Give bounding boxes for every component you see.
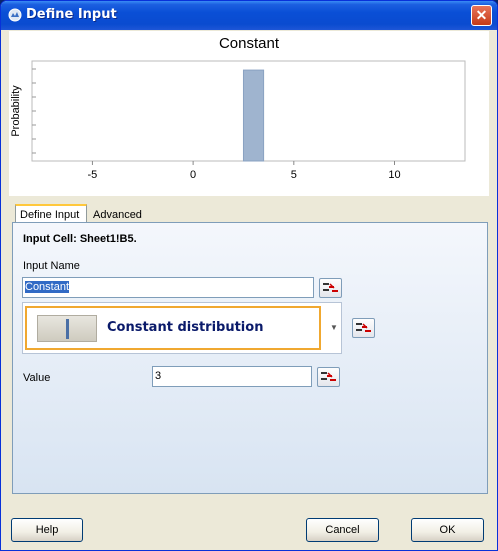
input-name-reference-button[interactable] <box>319 278 342 298</box>
x-tick-label: 10 <box>388 169 400 181</box>
distribution-chart: Constant Probability -5 0 5 10 <box>9 31 489 196</box>
cell-reference-icon <box>323 283 338 292</box>
value-field-text: 3 <box>155 370 162 382</box>
ok-button[interactable]: OK <box>411 518 484 542</box>
cancel-button-label: Cancel <box>325 524 360 536</box>
tab-define-input-label: Define Input <box>20 209 80 221</box>
x-tick-label: 5 <box>291 169 297 181</box>
close-button[interactable]: ✕ <box>471 5 492 26</box>
cell-reference-icon <box>321 372 336 381</box>
help-button-label: Help <box>35 524 59 536</box>
input-name-label: Input Name <box>23 260 80 272</box>
x-tick-label: -5 <box>88 169 98 181</box>
tab-define-input[interactable]: Define Input <box>15 204 87 222</box>
ok-button-label: OK <box>439 524 456 536</box>
constant-distribution-thumbnail-icon <box>37 315 97 342</box>
distribution-selector[interactable]: Constant distribution ▼ <box>22 302 342 354</box>
close-icon: ✕ <box>475 7 488 23</box>
define-input-window: Define Input ✕ Constant Probability -5 0 5… <box>0 0 498 551</box>
chart-bar <box>242 69 265 162</box>
chart-title: Constant <box>219 35 280 52</box>
x-axis-ticks: -5 0 5 10 <box>88 161 401 181</box>
app-icon <box>8 8 22 22</box>
thumbnail-bar <box>66 319 69 339</box>
input-name-value: Constant <box>25 281 70 293</box>
dropdown-arrow-icon[interactable]: ▼ <box>330 323 338 332</box>
distribution-label: Constant distribution <box>107 320 264 335</box>
distribution-selected-item: Constant distribution <box>25 306 321 350</box>
title-bar[interactable]: Define Input ✕ <box>1 1 497 30</box>
value-label: Value <box>23 372 51 384</box>
chart-y-label: Probability <box>10 85 22 137</box>
value-field[interactable]: 3 <box>152 366 312 387</box>
cancel-button[interactable]: Cancel <box>306 518 379 542</box>
distribution-reference-button[interactable] <box>352 318 375 338</box>
chart-bars <box>242 69 265 162</box>
tab-advanced-label: Advanced <box>93 209 142 221</box>
window-title: Define Input <box>26 7 117 22</box>
x-tick-label: 0 <box>190 169 196 181</box>
define-input-panel <box>12 222 488 494</box>
input-cell-label: Input Cell: Sheet1!B5. <box>23 233 137 245</box>
chart-svg: Constant Probability -5 0 5 10 <box>10 35 466 181</box>
value-reference-button[interactable] <box>317 367 340 387</box>
cell-reference-icon <box>356 323 371 332</box>
help-button[interactable]: Help <box>11 518 83 542</box>
input-name-field[interactable]: Constant <box>22 277 314 298</box>
